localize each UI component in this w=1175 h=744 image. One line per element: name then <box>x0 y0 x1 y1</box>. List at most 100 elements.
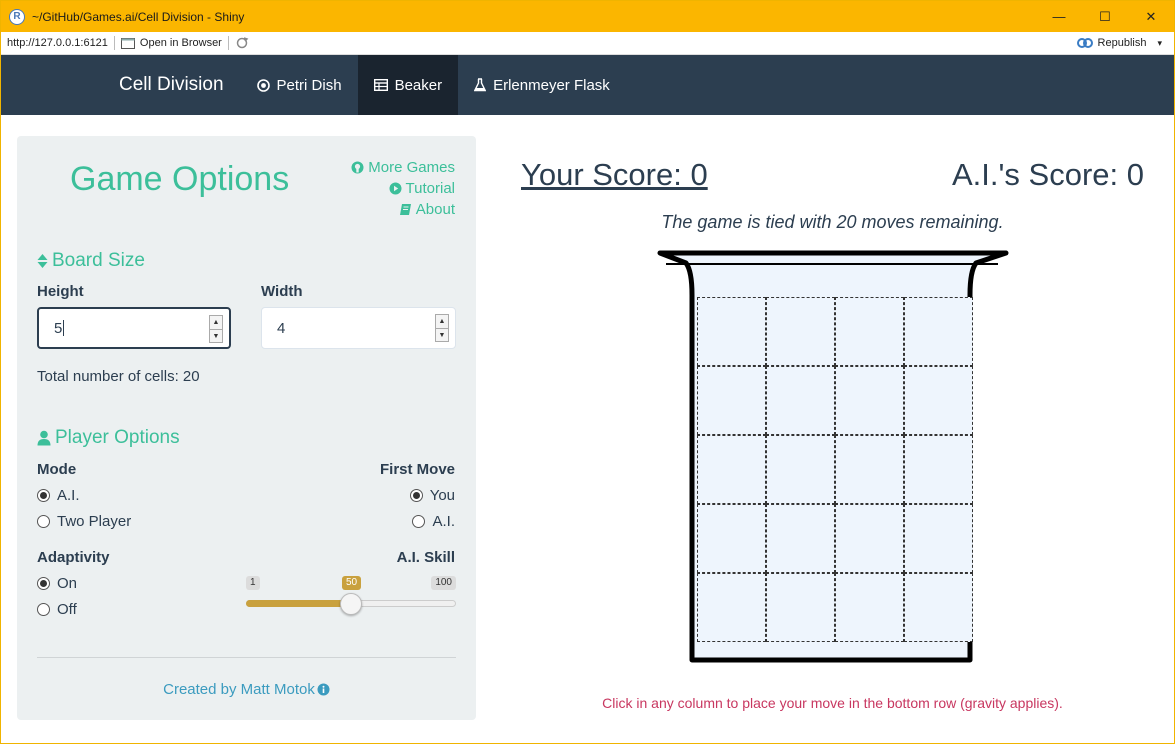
title-bar: R ~/GitHub/Games.ai/Cell Division - Shin… <box>1 1 1174 32</box>
ai-skill-label: A.I. Skill <box>396 549 455 566</box>
github-icon <box>351 161 364 174</box>
refresh-icon[interactable] <box>235 37 249 49</box>
beaker-board[interactable] <box>654 245 1014 665</box>
radio-button[interactable] <box>412 515 426 528</box>
spin-up-icon[interactable]: ▲ <box>210 316 222 330</box>
flask-icon <box>474 78 487 92</box>
radio-label: On <box>57 575 78 592</box>
maximize-button[interactable]: ☐ <box>1082 1 1128 32</box>
height-label: Height <box>37 283 84 300</box>
board-cell[interactable] <box>697 366 766 435</box>
divider <box>37 657 456 658</box>
browser-icon <box>120 38 135 49</box>
user-icon <box>37 430 51 446</box>
about-link[interactable]: About <box>351 199 455 220</box>
width-label: Width <box>261 283 303 300</box>
url-text[interactable]: http://127.0.0.1:6121 <box>7 37 108 49</box>
board-cell[interactable] <box>766 504 835 573</box>
mode-radio-ai[interactable]: A.I. <box>37 487 80 504</box>
game-options-panel: Game Options More Games Tutorial About B… <box>17 136 476 720</box>
first-move-radio-ai[interactable]: A.I. <box>412 513 455 530</box>
sidebar-links: More Games Tutorial About <box>351 157 455 220</box>
board-size-header: Board Size <box>37 250 145 272</box>
sort-icon <box>37 254 48 268</box>
radio-button-checked[interactable] <box>409 489 423 502</box>
height-input[interactable]: 5 ▲ ▼ <box>37 307 231 349</box>
mode-radio-two-player[interactable]: Two Player <box>37 513 131 530</box>
width-input[interactable]: 4 ▲ ▼ <box>261 307 456 349</box>
first-move-radio-you[interactable]: You <box>409 487 455 504</box>
tab-erlenmeyer-flask[interactable]: Erlenmeyer Flask <box>458 55 626 115</box>
credit-link[interactable]: Created by Matt Motok <box>17 681 476 698</box>
radio-label: A.I. <box>57 487 80 504</box>
tab-label: Beaker <box>394 76 443 94</box>
radio-label: You <box>429 487 455 504</box>
height-value: 5 <box>54 319 63 337</box>
open-in-browser-button[interactable]: Open in Browser <box>120 37 222 49</box>
adaptivity-radio-on[interactable]: On <box>37 575 77 592</box>
adaptivity-radio-off[interactable]: Off <box>37 601 77 618</box>
window-title: ~/GitHub/Games.ai/Cell Division - Shiny <box>32 9 245 24</box>
divider <box>227 36 229 50</box>
player-options-label: Player Options <box>55 427 180 448</box>
republish-button[interactable]: Republish ▾ <box>1076 37 1162 49</box>
ai-skill-slider[interactable]: 1 100 50 <box>246 576 456 616</box>
board-cell[interactable] <box>766 297 835 366</box>
tab-petri-dish[interactable]: Petri Dish <box>241 55 358 115</box>
board-cell[interactable] <box>904 366 973 435</box>
your-score: Your Score: 0 <box>521 157 708 192</box>
tab-label: Petri Dish <box>276 76 342 94</box>
text-cursor <box>63 320 65 336</box>
publish-icon <box>1076 38 1093 48</box>
height-spinner[interactable]: ▲ ▼ <box>209 315 223 343</box>
board-cell[interactable] <box>697 435 766 504</box>
about-label: About <box>415 201 455 218</box>
tutorial-label: Tutorial <box>405 180 455 197</box>
board-cell[interactable] <box>904 573 973 642</box>
slider-min-label: 1 <box>246 576 260 590</box>
board-cell[interactable] <box>697 504 766 573</box>
tutorial-link[interactable]: Tutorial <box>351 178 455 199</box>
board-cell[interactable] <box>835 573 904 642</box>
width-value: 4 <box>277 319 286 337</box>
navbar-brand[interactable]: Cell Division <box>119 55 224 115</box>
divider <box>113 36 115 50</box>
board-cell[interactable] <box>904 297 973 366</box>
game-status: The game is tied with 20 moves remaining… <box>661 212 1004 232</box>
play-circle-icon <box>389 182 402 195</box>
more-games-label: More Games <box>368 159 455 176</box>
slider-handle[interactable] <box>340 593 362 615</box>
radio-button[interactable] <box>37 603 50 616</box>
mode-label: Mode <box>37 461 77 478</box>
slider-max-label: 100 <box>431 576 456 590</box>
board-cell[interactable] <box>835 297 904 366</box>
radio-button-checked[interactable] <box>37 577 50 590</box>
minimize-button[interactable]: — <box>1036 1 1082 32</box>
board-cell[interactable] <box>904 435 973 504</box>
board-cell[interactable] <box>766 573 835 642</box>
radio-button[interactable] <box>37 515 50 528</box>
book-icon <box>399 204 411 215</box>
board-cell[interactable] <box>697 573 766 642</box>
spin-down-icon[interactable]: ▼ <box>436 329 448 342</box>
tab-label: Erlenmeyer Flask <box>493 76 610 94</box>
spin-down-icon[interactable]: ▼ <box>210 330 222 343</box>
close-button[interactable]: ✕ <box>1128 1 1174 32</box>
width-spinner[interactable]: ▲ ▼ <box>435 314 449 342</box>
caret-down-icon[interactable]: ▾ <box>1157 38 1162 49</box>
more-games-link[interactable]: More Games <box>351 157 455 178</box>
board-cell[interactable] <box>835 366 904 435</box>
board-cell[interactable] <box>766 435 835 504</box>
board-cell[interactable] <box>835 504 904 573</box>
tab-beaker[interactable]: Beaker <box>357 55 459 115</box>
board-cell[interactable] <box>904 504 973 573</box>
instruction-text: Click in any column to place your move i… <box>602 695 1063 711</box>
spin-up-icon[interactable]: ▲ <box>436 315 448 329</box>
board-cell[interactable] <box>766 366 835 435</box>
slider-fill <box>246 600 351 607</box>
board-cell[interactable] <box>835 435 904 504</box>
board-cell[interactable] <box>697 297 766 366</box>
radio-button-checked[interactable] <box>37 489 50 502</box>
board-size-label: Board Size <box>52 250 145 271</box>
credit-text: Created by Matt Motok <box>163 681 315 698</box>
